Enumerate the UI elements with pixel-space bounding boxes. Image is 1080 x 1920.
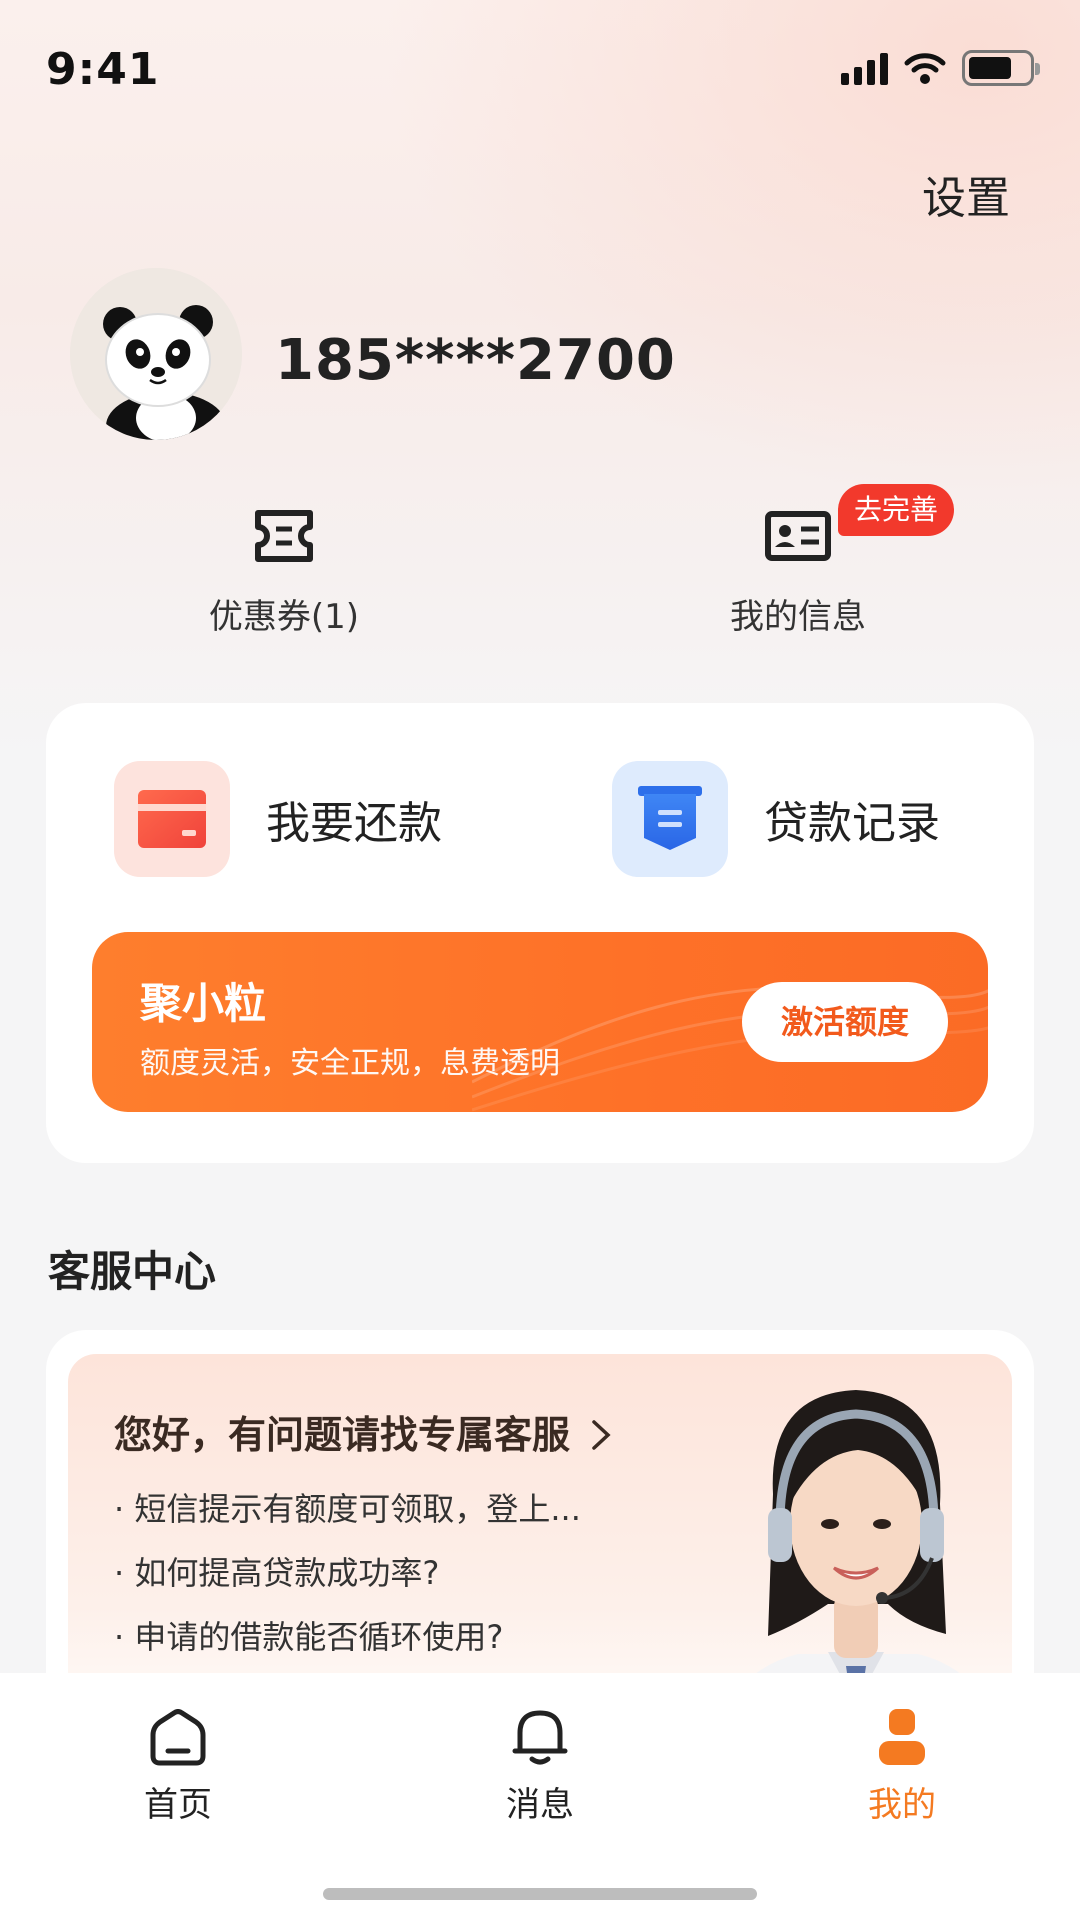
faq-item[interactable]: · 申请的借款能否循环使用?: [114, 1612, 503, 1658]
greeting-text: 您好，有问题请找专属客服: [114, 1413, 571, 1457]
home-indicator: [323, 1888, 757, 1900]
faq-item[interactable]: · 短信提示有额度可领取，登上...: [114, 1484, 581, 1530]
complete-info-badge[interactable]: 去完善: [838, 484, 955, 536]
home-icon: [150, 1709, 206, 1766]
tab-mine[interactable]: 我的: [812, 1703, 992, 1826]
wifi-icon: [904, 53, 946, 84]
status-icons: [841, 50, 1040, 86]
card-icon: [138, 790, 206, 848]
repay-button[interactable]: 我要还款: [114, 761, 442, 877]
panda-avatar-icon: [70, 268, 242, 440]
tab-home[interactable]: 首页: [88, 1703, 268, 1826]
document-icon-tile: [612, 761, 728, 877]
ticket-icon: [255, 510, 313, 562]
tab-home-label: 首页: [144, 1785, 212, 1825]
phone-number: 185****2700: [275, 328, 676, 393]
card-icon-tile: [114, 761, 230, 877]
repay-label: 我要还款: [266, 798, 442, 849]
promo-banner[interactable]: 聚小粒 额度灵活，安全正规，息费透明 激活额度: [92, 932, 988, 1112]
signal-icon: [841, 51, 888, 85]
activate-quota-button[interactable]: 激活额度: [742, 982, 948, 1062]
settings-link[interactable]: 设置: [922, 162, 1010, 226]
my-info-label: 我的信息: [730, 597, 866, 637]
section-title: 客服中心: [48, 1247, 217, 1296]
tab-messages[interactable]: 消息: [450, 1703, 630, 1826]
loan-record-label: 贷款记录: [764, 798, 940, 849]
bell-icon: [512, 1710, 568, 1765]
tab-messages-label: 消息: [506, 1785, 574, 1825]
status-time: 9:41: [46, 44, 160, 95]
promo-title: 聚小粒: [140, 979, 267, 1028]
coupon-shortcut[interactable]: 优惠券(1): [154, 505, 414, 638]
avatar[interactable]: [70, 268, 242, 440]
person-icon: [879, 1709, 925, 1765]
document-icon: [638, 786, 702, 850]
battery-icon: [962, 50, 1040, 86]
tab-mine-label: 我的: [868, 1785, 936, 1825]
id-card-icon: [765, 511, 831, 561]
faq-item[interactable]: · 如何提高贷款成功率?: [114, 1548, 439, 1594]
loan-record-button[interactable]: 贷款记录: [612, 761, 940, 877]
promo-subtitle: 额度灵活，安全正规，息费透明: [140, 1046, 560, 1081]
chevron-right-icon: [592, 1420, 611, 1450]
tab-bar: 首页 消息 我的: [0, 1673, 1080, 1920]
customer-service-greeting[interactable]: 您好，有问题请找专属客服: [114, 1404, 613, 1459]
coupon-label: 优惠券(1): [208, 597, 360, 637]
